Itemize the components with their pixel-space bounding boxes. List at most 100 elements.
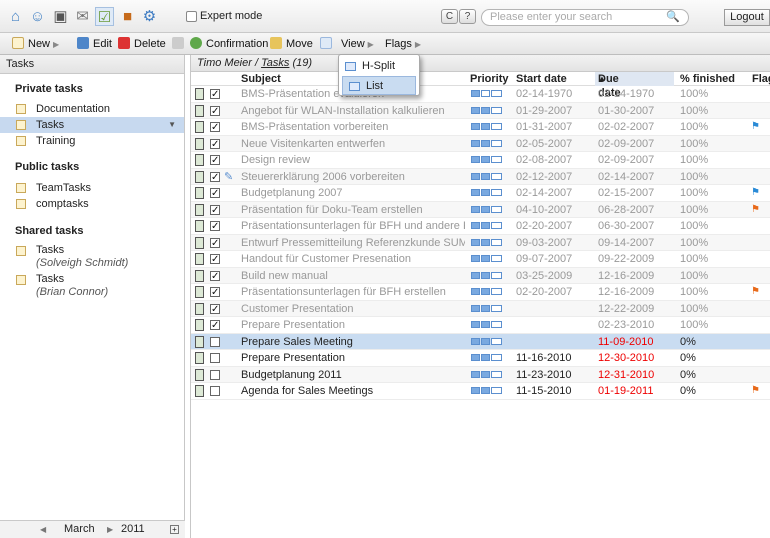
flag-icon[interactable]: ⚑ xyxy=(751,119,760,135)
task-subject[interactable]: BMS-Präsentation vorbereiten xyxy=(241,119,388,135)
table-row[interactable]: ✓ BMS-Präsentation evaluieren 02-14-1970 02… xyxy=(191,86,770,103)
task-subject[interactable]: Präsentation für Doku-Team erstellen xyxy=(241,202,423,218)
search-input[interactable]: Please enter your search 🔍 xyxy=(481,9,689,26)
table-row[interactable]: ✓ Angebot für WLAN-Installation kalkulier… xyxy=(191,102,770,119)
settings-gear-icon[interactable]: ⚙ xyxy=(140,7,159,26)
menu-item-list[interactable]: List xyxy=(342,76,416,95)
sidebar-item-documentation[interactable]: Documentation xyxy=(0,101,184,117)
flag-icon[interactable]: ⚑ xyxy=(751,383,760,399)
task-subject[interactable]: Handout für Customer Presenation xyxy=(241,251,411,267)
table-row[interactable]: Prepare Sales Meeting 11-09-2010 0% xyxy=(191,333,770,350)
view-button[interactable]: View ▶ xyxy=(341,37,374,52)
expert-mode-checkbox[interactable] xyxy=(186,10,197,22)
top-bar: ⌂ ☺ ▣ ✉ ☑ ■ ⚙ Expert mode C ? Please ent… xyxy=(0,0,770,33)
expand-calendar-icon[interactable]: + xyxy=(170,525,179,534)
calendar-month: March xyxy=(64,523,95,535)
sidebar-item-training[interactable]: Training xyxy=(0,133,184,149)
task-subject[interactable]: Customer Presentation xyxy=(241,301,354,317)
col-percent-finished[interactable]: % finished xyxy=(680,72,735,86)
table-row[interactable]: ✓ Präsentationsunterlagen für BFH und and… xyxy=(191,218,770,235)
task-subject[interactable]: Steuererklärung 2006 vorbereiten xyxy=(241,169,405,185)
col-priority[interactable]: Priority xyxy=(470,72,509,86)
task-subject[interactable]: Prepare Presentation xyxy=(241,350,345,366)
table-row[interactable]: ✓ Präsentation für Doku-Team erstellen 04-… xyxy=(191,201,770,218)
task-subject[interactable]: Build new manual xyxy=(241,268,328,284)
prev-month-icon[interactable]: ◀ xyxy=(40,521,46,538)
task-subject[interactable]: Prepare Presentation xyxy=(241,317,345,333)
task-percent: 100% xyxy=(680,88,709,100)
table-row[interactable]: ✓ Präsentationsunterlagen für BFH erstell… xyxy=(191,284,770,301)
table-row[interactable]: ✓ Entwurf Pressemitteilung Referenzkunde … xyxy=(191,234,770,251)
table-row[interactable]: Agenda for Sales Meetings 11-15-2010 01-19… xyxy=(191,383,770,400)
task-start-date: 02-14-1970 xyxy=(516,88,573,100)
table-row[interactable]: ✓ Build new manual 03-25-2009 12-16-2009 100… xyxy=(191,267,770,284)
chevron-right-icon: ▶ xyxy=(53,40,60,49)
task-subject[interactable]: Präsentationsunterlagen für BFH erstelle… xyxy=(241,284,446,300)
table-row[interactable]: ✓ Neue Visitenkarten entwerfen 02-05-2007 0… xyxy=(191,135,770,152)
calendar-icon[interactable]: ▣ xyxy=(51,7,70,26)
sort-asc-icon: ▲ xyxy=(598,74,606,83)
chevron-down-icon[interactable]: ▼ xyxy=(168,117,176,133)
mail-icon[interactable]: ✉ xyxy=(73,7,92,26)
flag-icon[interactable]: ⚑ xyxy=(751,185,760,201)
table-row[interactable]: ✓ Budgetplanung 2007 02-14-2007 02-15-2007 1… xyxy=(191,185,770,202)
table-row[interactable]: ✓ Customer Presentation 12-22-2009 100% xyxy=(191,300,770,317)
table-row[interactable]: ✓ Design review 02-08-2007 02-09-2007 100% xyxy=(191,152,770,169)
print-icon[interactable] xyxy=(172,37,188,52)
grid-icon[interactable] xyxy=(320,37,336,52)
task-start-date: 09-03-2007 xyxy=(516,236,573,249)
task-subject[interactable]: Neue Visitenkarten entwerfen xyxy=(241,136,385,152)
table-row[interactable]: ✓ Prepare Presentation 02-23-2010 100% xyxy=(191,317,770,334)
task-subject[interactable]: Design review xyxy=(241,152,310,168)
breadcrumb-folder-link[interactable]: Tasks xyxy=(261,57,289,69)
sidebar-title: Tasks xyxy=(0,55,184,74)
flag-icon[interactable]: ⚑ xyxy=(751,284,760,300)
task-subject[interactable]: Präsentationsunterlagen für BFH und ande… xyxy=(241,218,465,234)
task-subject[interactable]: Angebot für WLAN-Installation kalkuliere… xyxy=(241,103,445,119)
col-start-date[interactable]: Start date xyxy=(516,72,567,86)
sidebar-item-shared-tasks-2[interactable]: Tasks (Brian Connor) xyxy=(0,272,184,301)
sidebar-item-comptasks[interactable]: comptasks xyxy=(0,196,184,212)
menu-item-h-split[interactable]: H-Split xyxy=(339,57,419,76)
col-subject[interactable]: Subject xyxy=(241,72,281,86)
home-icon[interactable]: ⌂ xyxy=(6,7,25,26)
confirmation-button[interactable]: Confirmation xyxy=(190,37,268,52)
task-folder-icon xyxy=(16,136,26,146)
next-month-icon[interactable]: ▶ xyxy=(107,521,113,538)
chevron-right-icon: ▶ xyxy=(414,40,422,49)
refresh-button[interactable]: C xyxy=(441,9,458,24)
sidebar-item-shared-tasks-1[interactable]: Tasks (Solveigh Schmidt) xyxy=(0,243,184,272)
task-subject[interactable]: Entwurf Pressemitteilung Referenzkunde S… xyxy=(241,235,465,251)
search-placeholder: Please enter your search xyxy=(490,11,613,23)
expert-mode-toggle[interactable]: Expert mode xyxy=(186,10,262,22)
task-subject[interactable]: Agenda for Sales Meetings xyxy=(241,383,373,399)
table-row[interactable]: ✓ BMS-Präsentation vorbereiten 01-31-2007 0… xyxy=(191,119,770,136)
task-subject[interactable]: Budgetplanung 2011 xyxy=(241,367,342,383)
task-folder-icon xyxy=(16,246,26,256)
task-percent: 100% xyxy=(680,286,709,298)
flag-icon[interactable]: ⚑ xyxy=(751,202,760,218)
table-row[interactable]: Budgetplanung 2011 11-23-2010 12-31-2010 0% xyxy=(191,366,770,383)
sidebar-item-tasks[interactable]: Tasks ▼ xyxy=(0,117,184,133)
col-flag[interactable]: Flag xyxy=(752,72,770,86)
help-button[interactable]: ? xyxy=(459,9,476,24)
logout-button[interactable]: Logout xyxy=(724,9,770,26)
contacts-icon[interactable]: ☺ xyxy=(28,7,47,26)
table-row[interactable]: ✓ Handout für Customer Presenation 09-07-2… xyxy=(191,251,770,268)
task-percent: 100% xyxy=(680,269,709,282)
move-button[interactable]: Move xyxy=(270,37,313,52)
task-percent: 100% xyxy=(680,203,709,216)
new-button[interactable]: New ▶ xyxy=(12,37,59,52)
sidebar: Tasks Private tasks Documentation Tasks ▼… xyxy=(0,55,185,538)
briefcase-icon[interactable]: ■ xyxy=(118,7,137,26)
sidebar-item-teamtasks[interactable]: TeamTasks xyxy=(0,180,184,196)
task-subject[interactable]: Prepare Sales Meeting xyxy=(241,334,353,350)
task-subject[interactable]: Budgetplanung 2007 xyxy=(241,185,343,201)
edit-button[interactable]: Edit xyxy=(77,37,112,52)
tasks-icon[interactable]: ☑ xyxy=(95,7,114,26)
delete-button[interactable]: Delete xyxy=(118,37,166,52)
table-row[interactable]: Prepare Presentation 11-16-2010 12-30-2010… xyxy=(191,350,770,367)
search-icon[interactable]: 🔍 xyxy=(666,10,680,25)
table-row[interactable]: ✓ ✎ Steuererklärung 2006 vorbereiten 02-12-… xyxy=(191,168,770,185)
flags-button[interactable]: Flags ▶ xyxy=(385,37,421,52)
